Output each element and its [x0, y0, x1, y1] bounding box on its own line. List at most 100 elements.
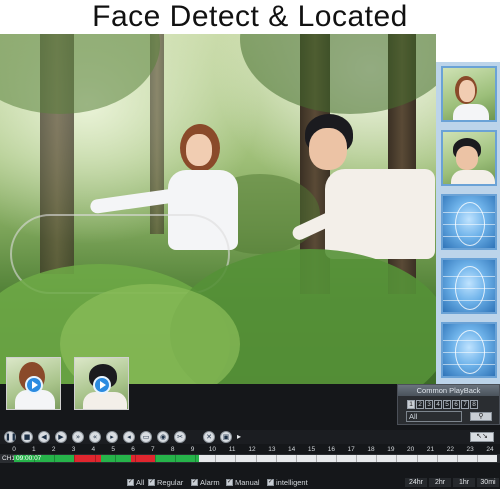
channel-box-6[interactable]: 6 — [452, 400, 460, 409]
hour-tick-label: 11 — [228, 446, 236, 453]
play-icon[interactable]: ▶ — [55, 431, 67, 443]
pause-icon[interactable]: ❚❚ — [4, 431, 17, 443]
timeline-zoom-button[interactable]: ↖↘ — [470, 432, 494, 442]
rewind-icon[interactable]: ◀ — [38, 431, 50, 443]
face-scan-thumbnail[interactable] — [441, 322, 497, 378]
timeline-segment-regular[interactable] — [154, 455, 200, 462]
hour-tick-label: 3 — [71, 446, 76, 453]
timeline-gridline — [54, 455, 56, 462]
filter-regular[interactable]: ✓ Regular — [148, 478, 183, 487]
timeline-gridline — [134, 455, 136, 462]
playback-thumbnail[interactable] — [6, 357, 61, 410]
channel-box-3[interactable]: 3 — [425, 400, 433, 409]
timeline-row: CH1 09:00:07 — [0, 454, 500, 463]
channel-box-8[interactable]: 8 — [470, 400, 478, 409]
hour-tick-label: 10 — [208, 446, 216, 453]
face-thumbnail[interactable] — [441, 66, 497, 122]
timeline-gridline — [456, 455, 458, 462]
hour-tick-label: 12 — [248, 446, 256, 453]
face-scan-thumbnail[interactable] — [441, 194, 497, 250]
fast-forward-icon[interactable]: » — [72, 431, 84, 443]
timeline-gridline — [416, 455, 418, 462]
channel-box-2[interactable]: 2 — [416, 400, 424, 409]
step-forward-icon[interactable]: ▸ — [106, 431, 118, 443]
channel-box-1[interactable]: 1 — [407, 400, 415, 409]
timeline-gridline — [195, 455, 197, 462]
hour-tick-label: 8 — [170, 446, 175, 453]
frame-icon[interactable]: ▭ — [140, 431, 152, 443]
filter-intelligent[interactable]: ✓ intelligent — [267, 478, 308, 487]
hour-tick-label: 15 — [307, 446, 316, 453]
time-readout: 09:00:07 — [16, 455, 42, 462]
delete-icon[interactable]: ✕ — [203, 431, 215, 443]
slow-icon[interactable]: « — [89, 431, 101, 443]
hour-tick-label: 6 — [131, 446, 135, 453]
hour-tick-label: 22 — [446, 446, 454, 453]
range-2hr-button[interactable]: 2hr — [429, 478, 451, 487]
play-icon[interactable] — [25, 376, 43, 394]
range-1hr-button[interactable]: 1hr — [453, 478, 475, 487]
face-result-strip — [436, 62, 500, 384]
title-bar: Face Detect & Located — [0, 0, 500, 34]
filter-all[interactable]: ✓ All — [127, 478, 144, 487]
hour-tick-label: 24 — [486, 446, 494, 453]
hour-tick-label: 5 — [111, 446, 115, 453]
filter-label: Regular — [157, 478, 184, 487]
search-icon: ⚲ — [478, 413, 484, 420]
channel-box-5[interactable]: 5 — [443, 400, 451, 409]
checkbox-icon[interactable]: ✓ — [226, 479, 233, 486]
channel-box-7[interactable]: 7 — [461, 400, 469, 409]
filter-alarm[interactable]: ✓ Alarm — [191, 478, 220, 487]
stop-icon[interactable]: ■ — [21, 431, 33, 443]
hour-tick-label: 13 — [268, 446, 276, 453]
timeline-hour-ticks: 0 1 2 3 4 5 6 7 8 9 10 11 12 13 14 15 16 17 18 19 20 21 22 23 24 — [0, 446, 500, 454]
timeline-gridline — [114, 455, 116, 462]
face-scan-thumbnail[interactable] — [441, 258, 497, 314]
timeline-gridline — [154, 455, 156, 462]
timeline-gridline — [376, 455, 378, 462]
timeline-gridline — [275, 455, 277, 462]
hour-tick-label: 17 — [347, 446, 355, 453]
filter-manual[interactable]: ✓ Manual — [226, 478, 260, 487]
play-icon[interactable] — [93, 376, 111, 394]
hour-tick-label: 20 — [407, 446, 415, 453]
snapshot-icon[interactable]: ◉ — [157, 431, 169, 443]
filter-label: All — [136, 478, 145, 487]
timeline-gridline — [235, 455, 237, 462]
playback-thumbnail[interactable] — [74, 357, 129, 410]
foliage — [0, 34, 160, 114]
timeline-gridline — [74, 455, 76, 462]
checkbox-icon[interactable]: ✓ — [191, 479, 198, 486]
range-30mi-button[interactable]: 30mi — [477, 478, 499, 487]
hour-tick-label: 23 — [466, 446, 474, 453]
hour-tick-label: 7 — [151, 446, 155, 453]
step-back-icon[interactable]: ◂ — [123, 431, 135, 443]
clip-icon[interactable]: ✂ — [174, 431, 186, 443]
hour-tick-label: 16 — [327, 446, 335, 453]
timeline-gridline — [295, 455, 297, 462]
search-button[interactable]: ⚲ — [470, 412, 492, 421]
timeline-track[interactable] — [14, 455, 497, 462]
channel-box-4[interactable]: 4 — [434, 400, 442, 409]
expand-arrow-icon[interactable]: ▸ — [237, 432, 241, 442]
face-thumbnail[interactable] — [441, 130, 497, 186]
checkbox-icon[interactable]: ✓ — [267, 479, 274, 486]
hour-tick-label: 14 — [288, 446, 296, 453]
video-playback-view[interactable] — [0, 34, 436, 386]
hour-tick-label: 19 — [387, 446, 395, 453]
timeline-segment-alarm[interactable] — [74, 455, 101, 462]
timeline-gridline — [476, 455, 478, 462]
checkbox-icon[interactable]: ✓ — [148, 479, 155, 486]
record-type-filters: ✓ All ✓ Regular ✓ Alarm ✓ Manual ✓ intelligen… — [0, 476, 500, 489]
range-24hr-button[interactable]: 24hr — [405, 478, 427, 487]
timeline-gridline — [315, 455, 317, 462]
checkbox-icon[interactable]: ✓ — [127, 479, 134, 486]
filter-label: intelligent — [276, 478, 308, 487]
timeline-gridline — [436, 455, 438, 462]
save-icon[interactable]: ▣ — [220, 431, 232, 443]
timeline-segment-regular[interactable] — [100, 455, 131, 462]
channel-select[interactable]: All — [406, 411, 462, 422]
timeline-gridline — [215, 455, 217, 462]
foliage — [240, 34, 436, 114]
common-playback-title: Common PlayBack — [398, 385, 499, 396]
